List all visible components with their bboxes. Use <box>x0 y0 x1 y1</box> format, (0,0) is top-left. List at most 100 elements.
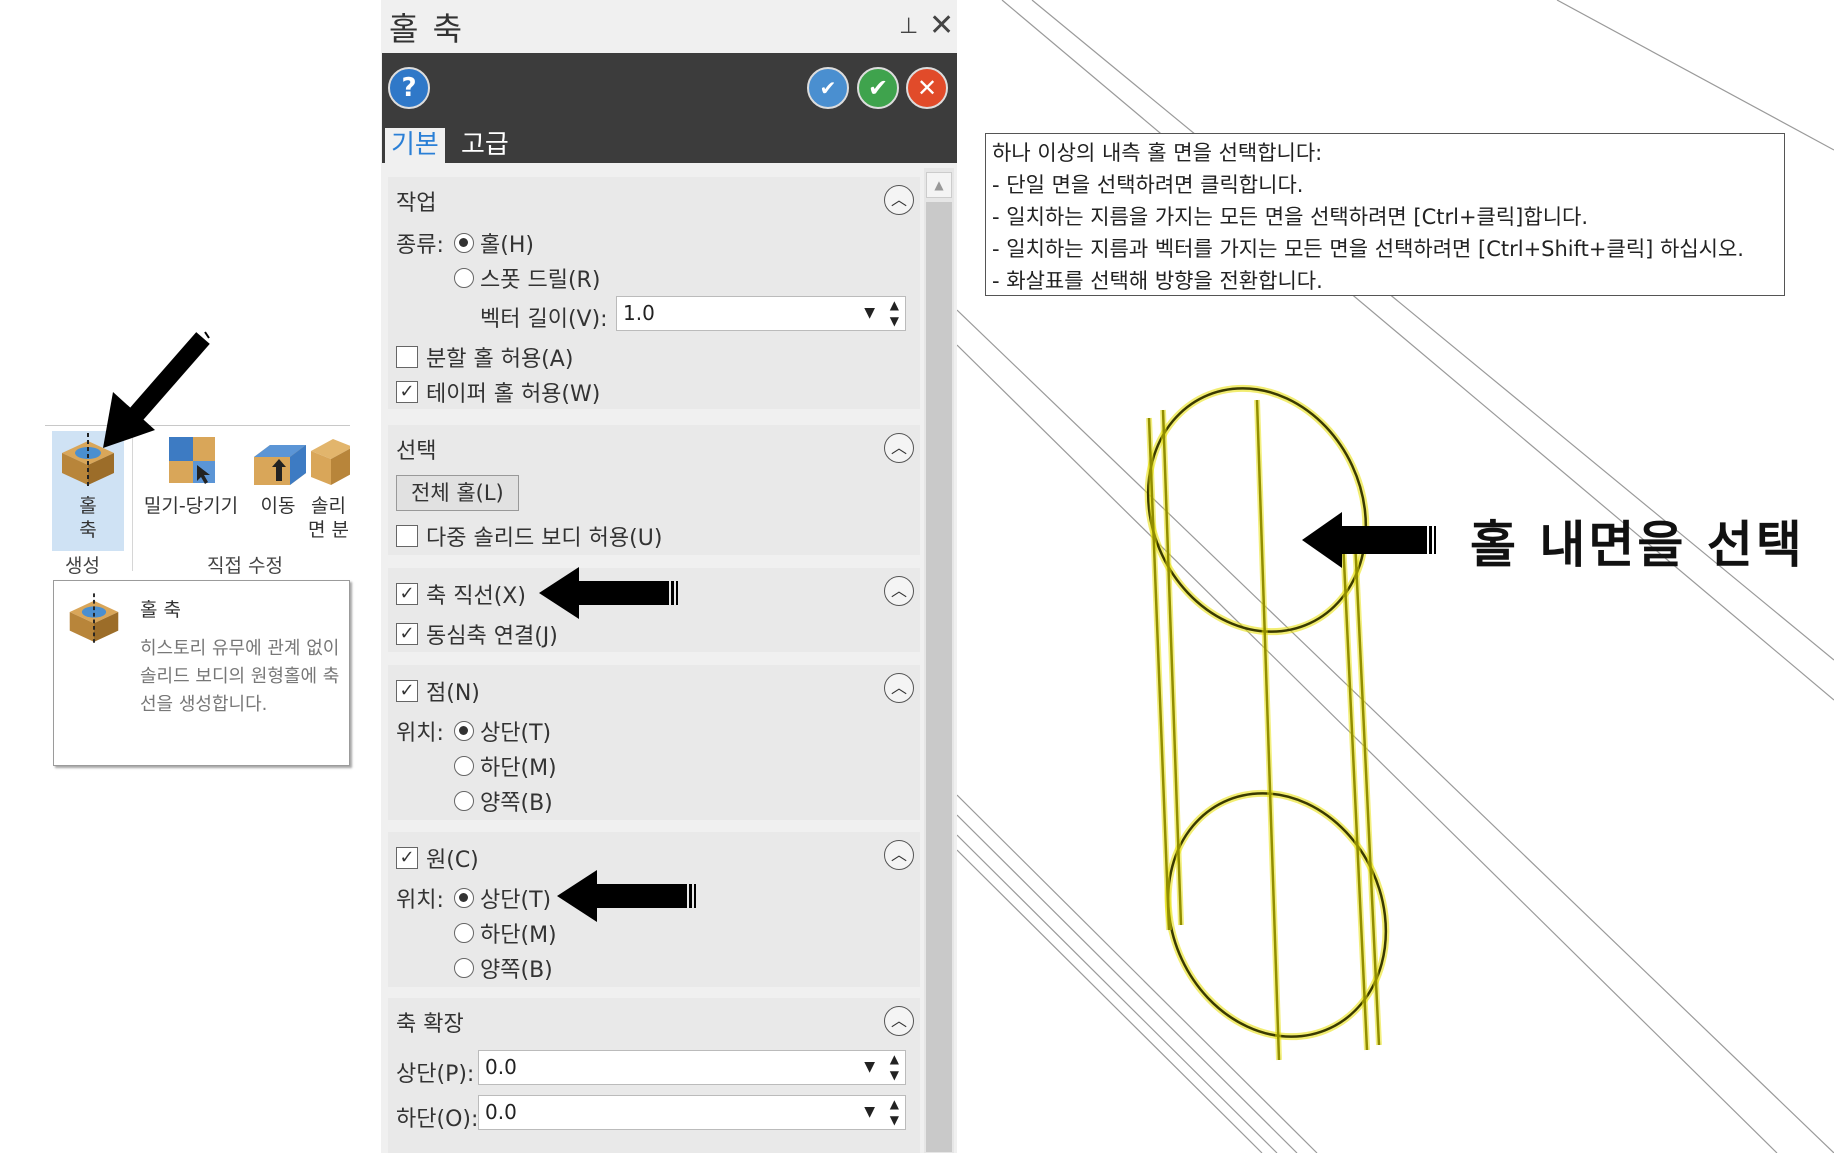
hint-line: - 일치하는 지름을 가지는 모든 면을 선택하려면 [Ctrl+클릭]합니다. <box>992 205 1589 229</box>
radio-hole[interactable]: 홀(H) <box>454 227 534 259</box>
check-allow-split-hole[interactable]: 분할 홀 허용(A) <box>396 341 573 373</box>
ok-button[interactable]: ✔ <box>857 67 899 109</box>
collapse-selection-button[interactable]: ︿ <box>884 433 914 463</box>
spinner-icon[interactable]: ▲ ▼ <box>890 1051 899 1083</box>
radio-circle-bottom-indicator[interactable] <box>454 923 474 943</box>
section-selection-header: 선택 <box>396 439 437 464</box>
dropdown-icon[interactable]: ▼ <box>864 1096 875 1129</box>
group-label-create: 생성 <box>65 555 100 577</box>
scroll-up-icon[interactable]: ▲ <box>926 172 952 198</box>
hint-line: - 화살표를 선택해 방향을 전환합니다. <box>992 269 1323 293</box>
check-circle[interactable]: ✓ 원(C) <box>396 842 479 874</box>
check-concentric-link[interactable]: ✓ 동심축 연결(J) <box>396 618 558 650</box>
checkbox-multi-solid[interactable] <box>396 525 418 547</box>
check-allow-taper-hole[interactable]: ✓ 테이퍼 홀 허용(W) <box>396 376 600 408</box>
cancel-button[interactable]: ✕ <box>906 67 948 109</box>
solid-face-split-button[interactable]: 솔리 면 분 <box>307 431 350 551</box>
checkbox-concentric-link[interactable]: ✓ <box>396 623 418 645</box>
move-button[interactable]: 이동 <box>249 431 307 531</box>
radio-spot-drill[interactable]: 스폿 드릴(R) <box>454 262 600 294</box>
tab-advanced[interactable]: 고급 <box>455 128 515 163</box>
radio-circle-both[interactable]: 양쪽(B) <box>454 952 553 984</box>
radio-point-both-label: 양쪽(B) <box>480 791 553 816</box>
vector-length-field[interactable]: 1.0 ▼ ▲ ▼ <box>616 296 906 331</box>
radio-point-top-indicator[interactable] <box>454 721 474 741</box>
selection-hint-box: 하나 이상의 내측 홀 면을 선택합니다: - 단일 면을 선택하려면 클릭합니… <box>985 133 1785 296</box>
collapse-circle-button[interactable]: ︿ <box>884 840 914 870</box>
radio-circle-bottom-label: 하단(M) <box>480 923 557 948</box>
collapse-extension-button[interactable]: ︿ <box>884 1006 914 1036</box>
point-label: 점(N) <box>426 681 480 706</box>
checkbox-split-hole[interactable] <box>396 346 418 368</box>
scroll-thumb[interactable] <box>926 202 952 1152</box>
hole-axis-tooltip: 홀 축 히스토리 유무에 관계 없이 솔리드 보디의 원형홀에 축 선을 생성합… <box>53 580 350 766</box>
check-axis-line[interactable]: ✓ 축 직선(X) <box>396 578 526 610</box>
radio-circle-both-label: 양쪽(B) <box>480 958 553 983</box>
tab-basic[interactable]: 기본 <box>385 128 445 163</box>
checkbox-axis-line[interactable]: ✓ <box>396 583 418 605</box>
vector-length-value: 1.0 <box>623 301 655 325</box>
dropdown-icon[interactable]: ▼ <box>864 1051 875 1084</box>
radio-spot-drill-indicator[interactable] <box>454 268 474 288</box>
collapse-task-button[interactable]: ︿ <box>884 185 914 215</box>
pointer-arrow-icon <box>103 331 210 448</box>
spinner-icon[interactable]: ▲ ▼ <box>890 297 899 329</box>
extension-bottom-field[interactable]: 0.0 ▼ ▲ ▼ <box>478 1095 906 1130</box>
radio-point-top-label: 상단(T) <box>480 721 552 746</box>
panel-title: 홀 축 <box>389 10 465 48</box>
radio-circle-top-indicator[interactable] <box>454 888 474 908</box>
solid-icon <box>311 439 350 485</box>
radio-point-bottom-label: 하단(M) <box>480 756 557 781</box>
close-panel-icon[interactable]: ✕ <box>929 8 954 43</box>
all-holes-button[interactable]: 전체 홀(L) <box>396 475 519 511</box>
check-point[interactable]: ✓ 점(N) <box>396 675 480 707</box>
radio-point-both[interactable]: 양쪽(B) <box>454 785 553 817</box>
section-task-header: 작업 <box>396 191 437 216</box>
extension-bottom-label: 하단(O): <box>396 1107 479 1132</box>
section-task: 작업 ︿ 종류: 홀(H) 스폿 드릴(R) 벡터 길이(V): 1.0 ▼ ▲… <box>388 177 920 409</box>
pin-icon[interactable]: ⊥ <box>899 14 918 39</box>
panel-scrollbar[interactable]: ▲ <box>924 168 954 1153</box>
check-allow-multi-solid[interactable]: 다중 솔리드 보디 허용(U) <box>396 520 662 552</box>
concentric-link-label: 동심축 연결(J) <box>426 624 558 649</box>
radio-point-bottom-indicator[interactable] <box>454 756 474 776</box>
radio-circle-top[interactable]: 상단(T) <box>454 882 551 914</box>
hint-line: 하나 이상의 내측 홀 면을 선택합니다: <box>992 141 1323 165</box>
axis-line-label: 축 직선(X) <box>426 584 526 609</box>
collapse-point-button[interactable]: ︿ <box>884 673 914 703</box>
hole-axis-icon <box>69 593 119 645</box>
radio-point-top[interactable]: 상단(T) <box>454 715 551 747</box>
extension-top-value: 0.0 <box>485 1055 517 1079</box>
annotation-arrow-circle <box>557 870 696 922</box>
point-position-label: 위치: <box>396 721 444 746</box>
move-face-icon <box>254 445 306 485</box>
checkbox-circle[interactable]: ✓ <box>396 847 418 869</box>
section-extension-header: 축 확장 <box>396 1012 464 1037</box>
allow-taper-hole-label: 테이퍼 홀 허용(W) <box>426 382 601 407</box>
spinner-icon[interactable]: ▲ ▼ <box>890 1096 899 1128</box>
solid-face-label-1: 솔리 <box>311 495 346 517</box>
checkbox-taper-hole[interactable]: ✓ <box>396 381 418 403</box>
graphics-viewport[interactable]: 하나 이상의 내측 홀 면을 선택합니다: - 단일 면을 선택하려면 클릭합니… <box>957 0 1834 1153</box>
allow-multi-solid-label: 다중 솔리드 보디 허용(U) <box>426 526 663 551</box>
radio-point-both-indicator[interactable] <box>454 791 474 811</box>
help-button[interactable]: ? <box>388 67 430 109</box>
extension-top-field[interactable]: 0.0 ▼ ▲ ▼ <box>478 1050 906 1085</box>
allow-split-hole-label: 분할 홀 허용(A) <box>426 347 574 372</box>
circle-position-label: 위치: <box>396 888 444 913</box>
section-selection: 선택 ︿ 전체 홀(L) 다중 솔리드 보디 허용(U) <box>388 425 920 555</box>
hint-line: - 일치하는 지름과 벡터를 가지는 모든 면을 선택하려면 [Ctrl+Shi… <box>992 237 1744 261</box>
radio-circle-bottom[interactable]: 하단(M) <box>454 917 557 949</box>
type-label: 종류: <box>396 227 444 259</box>
section-point: ︿ ✓ 점(N) 위치: 상단(T) 하단(M) 양쪽(B) <box>388 665 920 820</box>
extension-bottom-value: 0.0 <box>485 1100 517 1124</box>
radio-circle-both-indicator[interactable] <box>454 958 474 978</box>
dropdown-icon[interactable]: ▼ <box>864 297 875 330</box>
radio-hole-indicator[interactable] <box>454 233 474 253</box>
collapse-axis-button[interactable]: ︿ <box>884 576 914 606</box>
checkbox-point[interactable]: ✓ <box>396 680 418 702</box>
radio-spot-drill-label: 스폿 드릴(R) <box>480 268 601 293</box>
solid-face-label-2: 면 분 <box>308 519 349 541</box>
apply-button[interactable]: ✔ <box>807 67 849 109</box>
radio-point-bottom[interactable]: 하단(M) <box>454 750 557 782</box>
